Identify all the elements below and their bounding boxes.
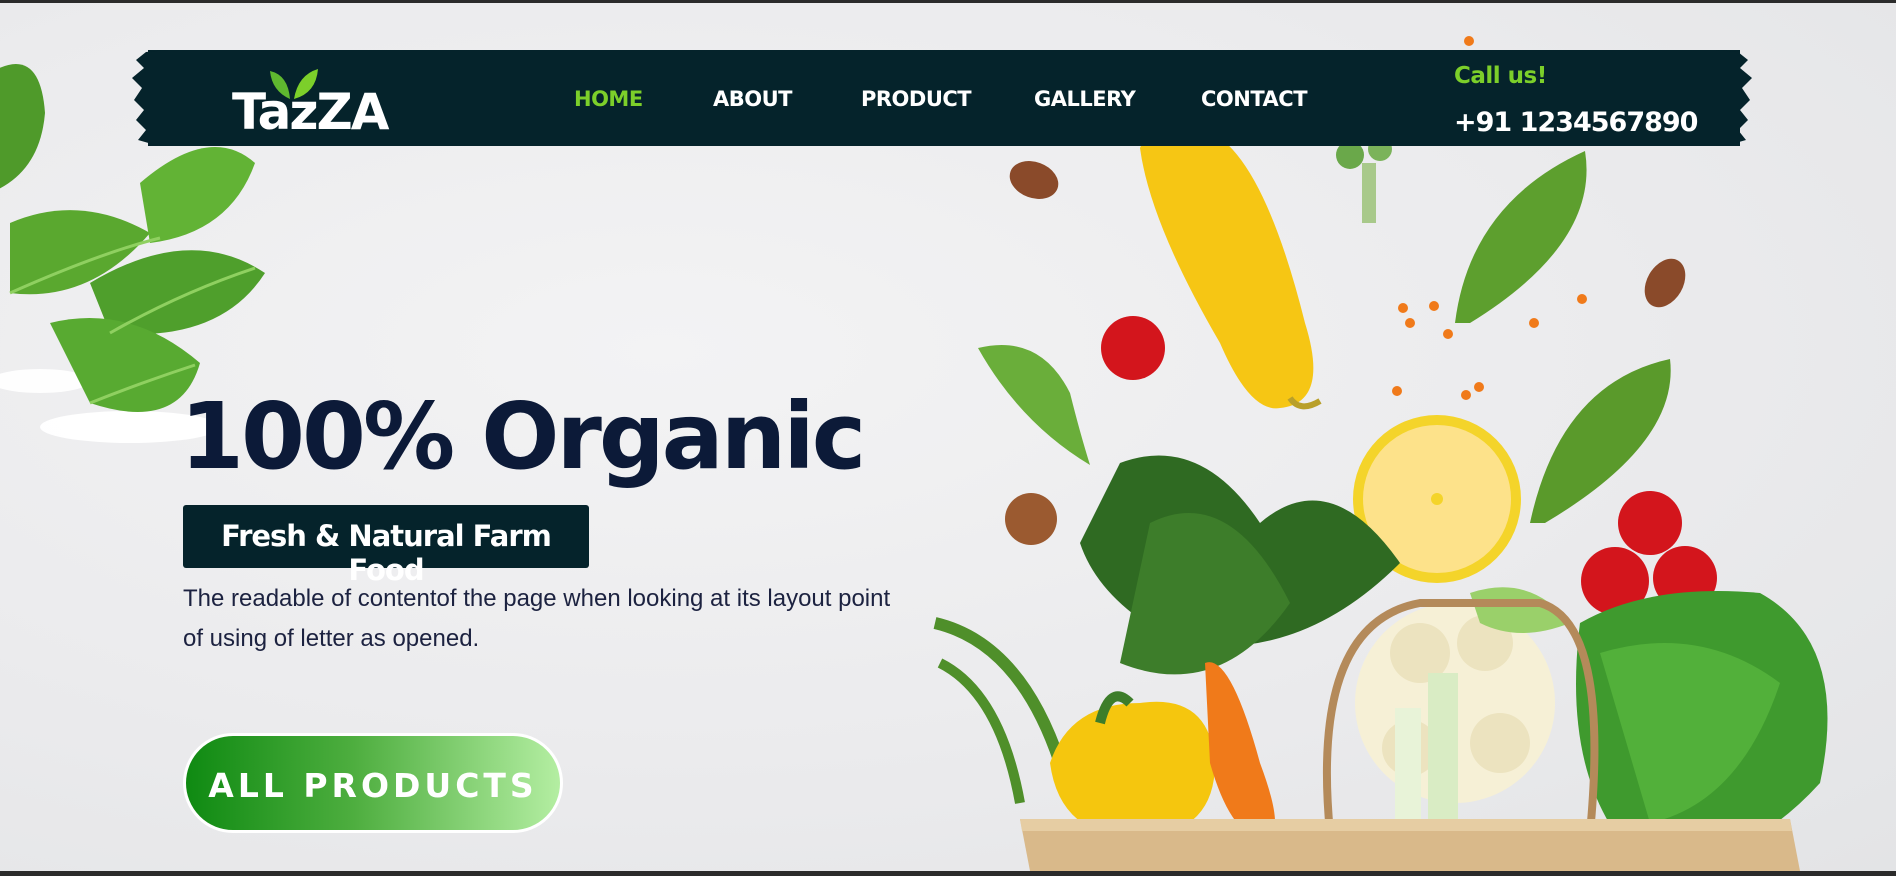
all-products-label: ALL PRODUCTS — [208, 766, 538, 805]
hero-title: 100% Organic — [180, 383, 866, 490]
hero-badge: Fresh & Natural Farm Food — [183, 505, 589, 587]
nav-item-gallery[interactable]: GALLERY — [1034, 87, 1136, 111]
brush-edge-left — [132, 50, 168, 146]
phone-number[interactable]: +91 1234567890 — [1454, 107, 1698, 138]
call-us-label: Call us! — [1454, 63, 1547, 89]
hero-description-line-1: The readable of contentof the page when … — [183, 585, 891, 612]
nav-item-about[interactable]: ABOUT — [713, 87, 793, 111]
brush-edge-right — [1716, 50, 1752, 146]
brand-name: TazZA — [232, 83, 389, 141]
brand-logo[interactable]: TazZA — [232, 67, 389, 139]
hero-description: The readable of contentof the page when … — [183, 579, 983, 659]
hero-description-line-2: of using of letter as opened. — [183, 625, 480, 652]
landing-page: TazZA HOME ABOUT PRODUCT GALLERY CONTACT… — [0, 3, 1896, 871]
all-products-button[interactable]: ALL PRODUCTS — [183, 733, 563, 833]
hero-badge-text: Fresh & Natural Farm Food — [221, 519, 552, 587]
nav-item-home[interactable]: HOME — [574, 87, 643, 111]
nav-item-contact[interactable]: CONTACT — [1201, 87, 1308, 111]
nav-item-product[interactable]: PRODUCT — [861, 87, 972, 111]
